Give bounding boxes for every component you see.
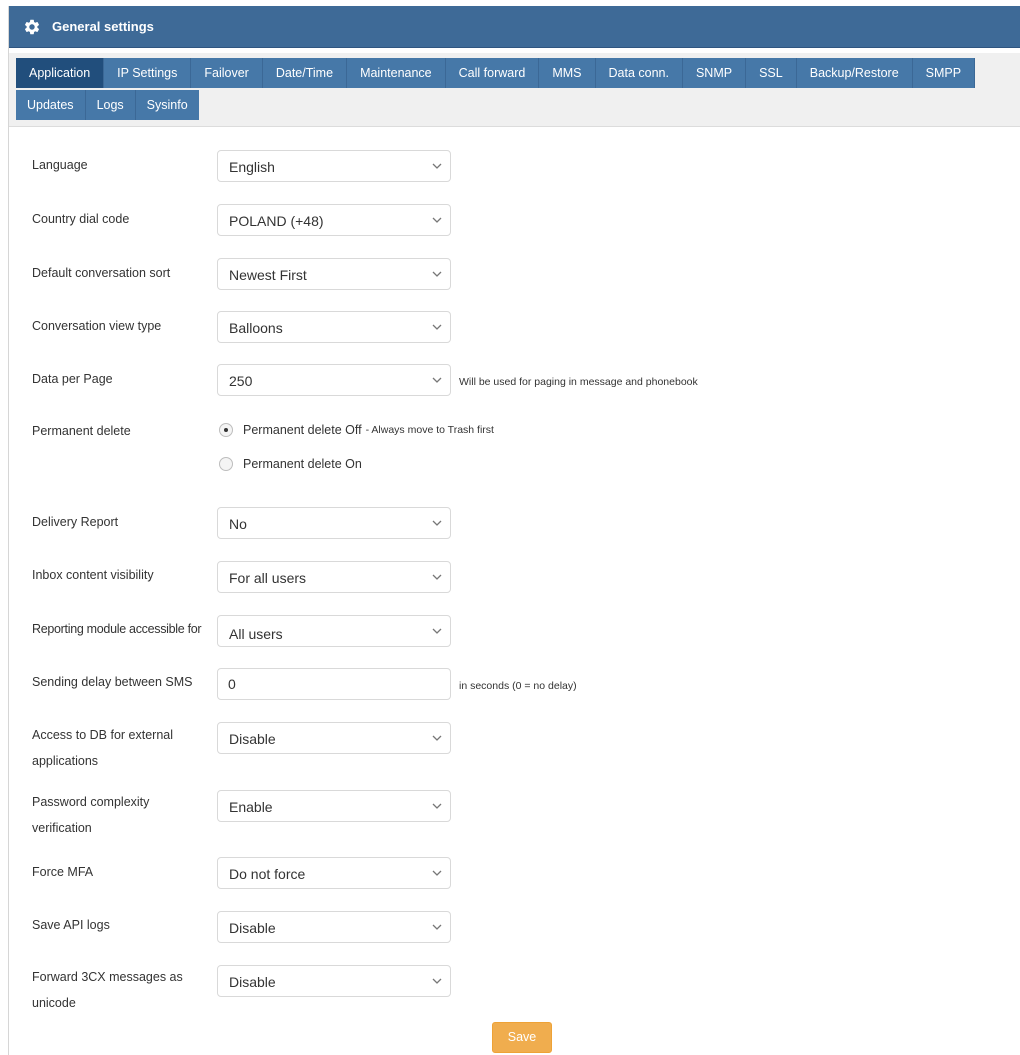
- inbox-label: Inbox content visibility: [32, 568, 154, 582]
- mfa-select[interactable]: Do not force: [217, 857, 451, 889]
- conv-sort-select[interactable]: Newest First: [217, 258, 451, 290]
- pwd-select[interactable]: Enable: [217, 790, 451, 822]
- conv-view-value: Balloons: [229, 320, 283, 336]
- chevron-down-icon: [432, 324, 442, 331]
- tab-backup-restore[interactable]: Backup/Restore: [796, 58, 913, 88]
- pwd-value: Enable: [229, 799, 273, 815]
- tab-snmp[interactable]: SNMP: [682, 58, 747, 88]
- inbox-value: For all users: [229, 570, 307, 586]
- reporting-value: All users: [229, 626, 283, 642]
- delivery-label: Delivery Report: [32, 515, 119, 529]
- language-label: Language: [32, 158, 88, 172]
- delivery-value: No: [229, 516, 247, 532]
- chevron-down-icon: [432, 217, 442, 224]
- tab-sysinfo[interactable]: Sysinfo: [135, 90, 199, 120]
- dial-code-select[interactable]: POLAND (+48): [217, 204, 451, 236]
- tab-smpp[interactable]: SMPP: [912, 58, 976, 88]
- conv-sort-label: Default conversation sort: [32, 266, 171, 280]
- mfa-label: Force MFA: [32, 865, 94, 879]
- reporting-select[interactable]: All users: [217, 615, 451, 647]
- delay-input[interactable]: [228, 676, 428, 692]
- per-page-label: Data per Page: [32, 372, 113, 386]
- tab-call-forward[interactable]: Call forward: [445, 58, 540, 88]
- mfa-value: Do not force: [229, 866, 306, 882]
- unicode-label: Forward 3CX messages as unicode: [32, 967, 212, 1013]
- tab-updates[interactable]: Updates: [16, 90, 86, 120]
- tab-row-1: Application IP Settings Failover Date/Ti…: [16, 58, 1020, 88]
- chevron-down-icon: [432, 803, 442, 810]
- tab-date-time[interactable]: Date/Time: [262, 58, 348, 88]
- page-title: General settings: [52, 19, 154, 34]
- api-logs-value: Disable: [229, 920, 276, 936]
- delay-label: Sending delay between SMS: [32, 675, 193, 689]
- db-access-label-line2: applications: [32, 754, 99, 768]
- chevron-down-icon: [432, 735, 442, 742]
- pwd-label-line2: verification: [32, 821, 92, 835]
- unicode-label-line1: Forward 3CX messages as: [32, 970, 183, 984]
- save-button[interactable]: Save: [492, 1022, 552, 1053]
- radio-unchecked[interactable]: [219, 457, 233, 471]
- radio-checked[interactable]: [219, 423, 233, 437]
- chevron-down-icon: [432, 924, 442, 931]
- tab-failover[interactable]: Failover: [191, 58, 263, 88]
- unicode-select[interactable]: Disable: [217, 965, 451, 997]
- tab-logs[interactable]: Logs: [85, 90, 136, 120]
- unicode-label-line2: unicode: [32, 996, 76, 1010]
- pwd-label: Password complexity verification: [32, 792, 212, 838]
- panel-header: General settings: [9, 6, 1020, 48]
- gear-icon: [23, 18, 41, 36]
- perm-delete-label: Permanent delete: [32, 424, 131, 438]
- tab-ssl[interactable]: SSL: [746, 58, 797, 88]
- conv-view-select[interactable]: Balloons: [217, 311, 451, 343]
- delay-hint: in seconds (0 = no delay): [459, 680, 577, 692]
- db-access-label-line1: Access to DB for external: [32, 728, 174, 742]
- tab-mms[interactable]: MMS: [539, 58, 596, 88]
- tab-maintenance[interactable]: Maintenance: [347, 58, 446, 88]
- chevron-down-icon: [432, 978, 442, 985]
- db-access-value: Disable: [229, 731, 276, 747]
- per-page-value: 250: [229, 373, 253, 389]
- chevron-down-icon: [432, 628, 442, 635]
- delay-input-box[interactable]: [217, 668, 451, 700]
- unicode-value: Disable: [229, 974, 276, 990]
- perm-delete-off-label: Permanent delete Off: [243, 423, 362, 437]
- perm-delete-on-option[interactable]: Permanent delete On: [219, 457, 362, 471]
- db-access-label: Access to DB for external applications: [32, 725, 212, 771]
- tab-ip-settings[interactable]: IP Settings: [104, 58, 192, 88]
- per-page-hint: Will be used for paging in message and p…: [459, 376, 698, 388]
- settings-panel: General settings Application IP Settings…: [8, 6, 1020, 1055]
- language-select[interactable]: English: [217, 150, 451, 182]
- chevron-down-icon: [432, 271, 442, 278]
- perm-delete-off-option[interactable]: Permanent delete Off - Always move to Tr…: [219, 423, 494, 437]
- dial-code-value: POLAND (+48): [229, 213, 324, 229]
- delivery-select[interactable]: No: [217, 507, 451, 539]
- chevron-down-icon: [432, 163, 442, 170]
- db-access-select[interactable]: Disable: [217, 722, 451, 754]
- chevron-down-icon: [432, 520, 442, 527]
- reporting-label: Reporting module accessible for: [32, 622, 202, 636]
- perm-delete-off-note: - Always move to Trash first: [365, 424, 494, 436]
- tabs-bar: Application IP Settings Failover Date/Ti…: [9, 53, 1020, 127]
- language-value: English: [229, 159, 275, 175]
- tab-application[interactable]: Application: [16, 58, 105, 88]
- chevron-down-icon: [432, 574, 442, 581]
- api-logs-select[interactable]: Disable: [217, 911, 451, 943]
- api-logs-label: Save API logs: [32, 918, 110, 932]
- dial-code-label: Country dial code: [32, 212, 130, 226]
- pwd-label-line1: Password complexity: [32, 795, 150, 809]
- perm-delete-on-label: Permanent delete On: [243, 457, 362, 471]
- chevron-down-icon: [432, 377, 442, 384]
- conv-view-label: Conversation view type: [32, 319, 162, 333]
- inbox-select[interactable]: For all users: [217, 561, 451, 593]
- chevron-down-icon: [432, 870, 442, 877]
- per-page-select[interactable]: 250: [217, 364, 451, 396]
- tab-row-2: Updates Logs Sysinfo: [16, 90, 199, 120]
- conv-sort-value: Newest First: [229, 267, 307, 283]
- tab-data-conn[interactable]: Data conn.: [595, 58, 683, 88]
